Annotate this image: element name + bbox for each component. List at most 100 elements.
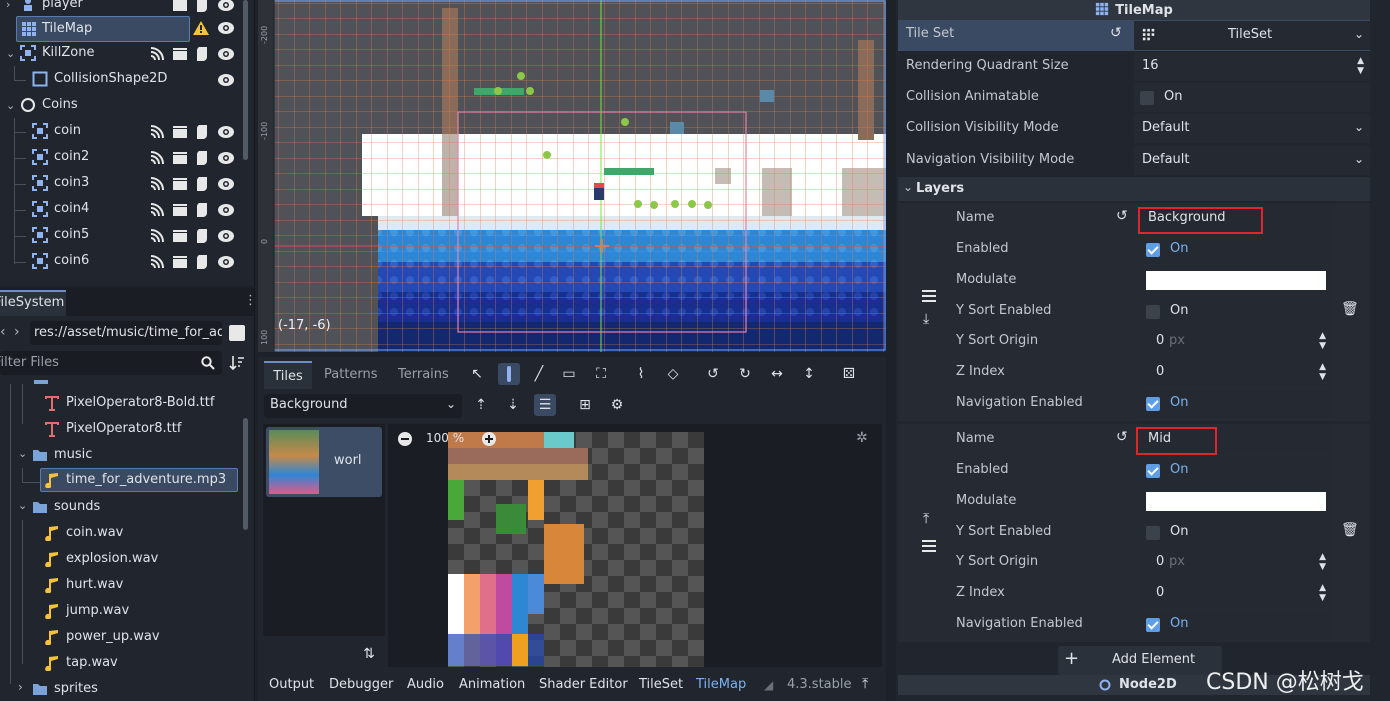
clapper-icon[interactable] <box>172 46 188 62</box>
revert-icon[interactable]: ↺ <box>1116 429 1128 445</box>
canvas-viewport[interactable]: -200 -100 0 100 (-17, -6) <box>258 0 886 352</box>
layer-field-z-index[interactable]: Z Index 0 ▲ ▼ <box>948 357 1332 388</box>
layer-field-modulate[interactable]: Modulate <box>948 265 1332 296</box>
file-item-selected[interactable]: time_for_adventure.mp3 <box>40 468 238 492</box>
tree-node-tilemap[interactable]: TileMap <box>16 16 190 42</box>
flip-horizontal-icon[interactable]: ↔ <box>766 363 788 385</box>
visibility-eye-icon[interactable] <box>218 124 234 140</box>
zoom-out-icon[interactable] <box>398 432 412 446</box>
filter-files-input[interactable]: Filter Files <box>0 351 222 375</box>
folder-item[interactable]: ⌄ music <box>0 442 245 468</box>
modulate-color-picker[interactable] <box>1140 266 1332 295</box>
file-item[interactable]: coin.wav <box>0 520 245 546</box>
delete-layer-icon[interactable]: 🗑 <box>1341 522 1359 538</box>
collision-visibility-dropdown[interactable]: Default ⌄ <box>1134 114 1370 143</box>
move-down-icon[interactable]: ⤓ <box>923 311 929 327</box>
y-sort-checkbox[interactable]: On <box>1140 297 1332 326</box>
clapper-icon[interactable] <box>172 202 188 218</box>
script-icon[interactable] <box>195 202 211 218</box>
rect-tool-icon[interactable]: ▭ <box>558 363 580 385</box>
revert-icon[interactable]: ↺ <box>1116 208 1128 224</box>
layer-field-y-sort-enabled[interactable]: Y Sort Enabled On <box>948 296 1332 327</box>
modulate-color-picker[interactable] <box>1140 487 1332 516</box>
tab-patterns[interactable]: Patterns <box>324 361 378 389</box>
tab-tiles[interactable]: Tiles <box>264 361 312 389</box>
forward-arrow-icon[interactable]: › <box>14 324 20 340</box>
tileset-resource-picker[interactable]: TileSet ⌄ <box>1134 21 1370 50</box>
line-tool-icon[interactable]: ╱ <box>528 363 550 385</box>
layer-field-enabled[interactable]: Enabled On <box>948 455 1332 486</box>
tab-terrains[interactable]: Terrains <box>398 361 449 389</box>
drag-handle-icon[interactable] <box>922 540 936 552</box>
tree-node-coin6[interactable]: coin6 <box>0 249 250 275</box>
highlight-layer-icon[interactable]: ☰ <box>534 394 556 416</box>
spin-arrows-icon[interactable]: ▲ ▼ <box>1319 331 1326 351</box>
random-tile-icon[interactable]: ⚄ <box>838 363 860 385</box>
checkbox-checked[interactable] <box>1146 464 1160 478</box>
bucket-tool-icon[interactable]: ⛶ <box>590 363 612 385</box>
filesystem-scrollbar[interactable] <box>243 418 248 530</box>
zoom-in-icon[interactable] <box>482 432 496 446</box>
collapse-arrow-icon[interactable]: ⌄ <box>18 499 27 512</box>
flip-vertical-icon[interactable]: ↕ <box>798 363 820 385</box>
paint-tool-icon[interactable] <box>498 363 520 385</box>
prop-tile-set[interactable]: Tile Set ↺ TileSet ⌄ <box>898 20 1370 51</box>
signal-icon[interactable] <box>149 124 165 140</box>
dock-audio[interactable]: Audio <box>407 677 444 692</box>
spin-arrows-icon[interactable]: ▲ ▼ <box>1319 583 1326 603</box>
tree-node-killzone[interactable]: ⌄ KillZone <box>0 41 250 67</box>
layer-select[interactable]: Background ⌄ <box>264 394 462 418</box>
dock-tilemap[interactable]: TileMap <box>696 677 746 692</box>
tab-filesystem[interactable]: FileSystem <box>0 290 66 316</box>
checkbox-checked[interactable] <box>1146 618 1160 632</box>
navigation-enabled-checkbox[interactable]: On <box>1140 610 1332 639</box>
color-swatch[interactable] <box>1146 271 1326 290</box>
layers-section-header[interactable]: ⌄ Layers <box>898 177 1370 201</box>
z-index-spinbox[interactable]: 0 ▲ ▼ <box>1140 358 1332 387</box>
layer-field-navigation-enabled[interactable]: Navigation Enabled On <box>948 388 1332 419</box>
spin-arrows-icon[interactable]: ▲ ▼ <box>1357 56 1364 76</box>
checkbox-checked[interactable] <box>1146 397 1160 411</box>
quadrant-size-spinbox[interactable]: 16 ▲ ▼ <box>1134 52 1370 81</box>
atlas-source-list[interactable]: worl <box>263 424 385 636</box>
script-icon[interactable] <box>195 176 211 192</box>
z-index-spinbox[interactable]: 0 ▲ ▼ <box>1140 579 1332 608</box>
delete-layer-icon[interactable]: 🗑 <box>1341 301 1359 317</box>
script-icon[interactable] <box>195 0 211 13</box>
picker-tool-icon[interactable]: ⌇ <box>630 363 652 385</box>
tree-node-coin3[interactable]: coin3 <box>0 171 250 197</box>
navigation-visibility-dropdown[interactable]: Default ⌄ <box>1134 146 1370 175</box>
script-icon[interactable] <box>195 228 211 244</box>
checkbox-unchecked[interactable] <box>1140 91 1154 105</box>
prop-collision-visibility-mode[interactable]: Collision Visibility Mode Default ⌄ <box>898 113 1370 144</box>
back-arrow-icon[interactable]: ‹ <box>0 324 6 340</box>
script-icon[interactable] <box>195 150 211 166</box>
script-icon[interactable] <box>195 124 211 140</box>
spin-arrows-icon[interactable]: ▲ ▼ <box>1319 552 1326 572</box>
atlas-source-item[interactable]: worl <box>266 427 382 497</box>
level-canvas[interactable] <box>258 0 886 352</box>
warning-icon[interactable] <box>193 21 209 39</box>
layer-field-y-sort-enabled[interactable]: Y Sort Enabled On <box>948 517 1332 548</box>
dock-output[interactable]: Output <box>269 677 314 692</box>
collapse-arrow-icon[interactable]: ⌄ <box>903 180 913 194</box>
tile-atlas-canvas[interactable] <box>388 424 882 667</box>
scene-tree-scrollbar[interactable] <box>243 0 248 160</box>
prop-navigation-visibility-mode[interactable]: Navigation Visibility Mode Default ⌄ <box>898 145 1370 176</box>
center-view-icon[interactable]: ✲ <box>856 430 868 446</box>
layer-field-navigation-enabled[interactable]: Navigation Enabled On <box>948 609 1332 640</box>
panel-menu-icon[interactable]: ⋮ <box>244 293 254 308</box>
color-swatch[interactable] <box>1146 492 1326 511</box>
layer-down-icon[interactable]: ⇣ <box>502 394 524 416</box>
visibility-eye-icon[interactable] <box>218 254 234 270</box>
clapper-icon[interactable] <box>172 176 188 192</box>
file-item[interactable]: PixelOperator8-Bold.ttf <box>0 390 245 416</box>
tree-node-coins[interactable]: ⌄ Coins <box>0 93 250 119</box>
visibility-eye-icon[interactable] <box>218 176 234 192</box>
clapper-icon[interactable] <box>172 254 188 270</box>
sort-icon[interactable] <box>229 355 245 371</box>
search-icon[interactable] <box>201 356 215 370</box>
filesystem-path-field[interactable]: res://asset/music/time_for_ad <box>30 321 222 345</box>
signal-icon[interactable] <box>149 228 165 244</box>
tree-node-coin2[interactable]: coin2 <box>0 145 250 171</box>
